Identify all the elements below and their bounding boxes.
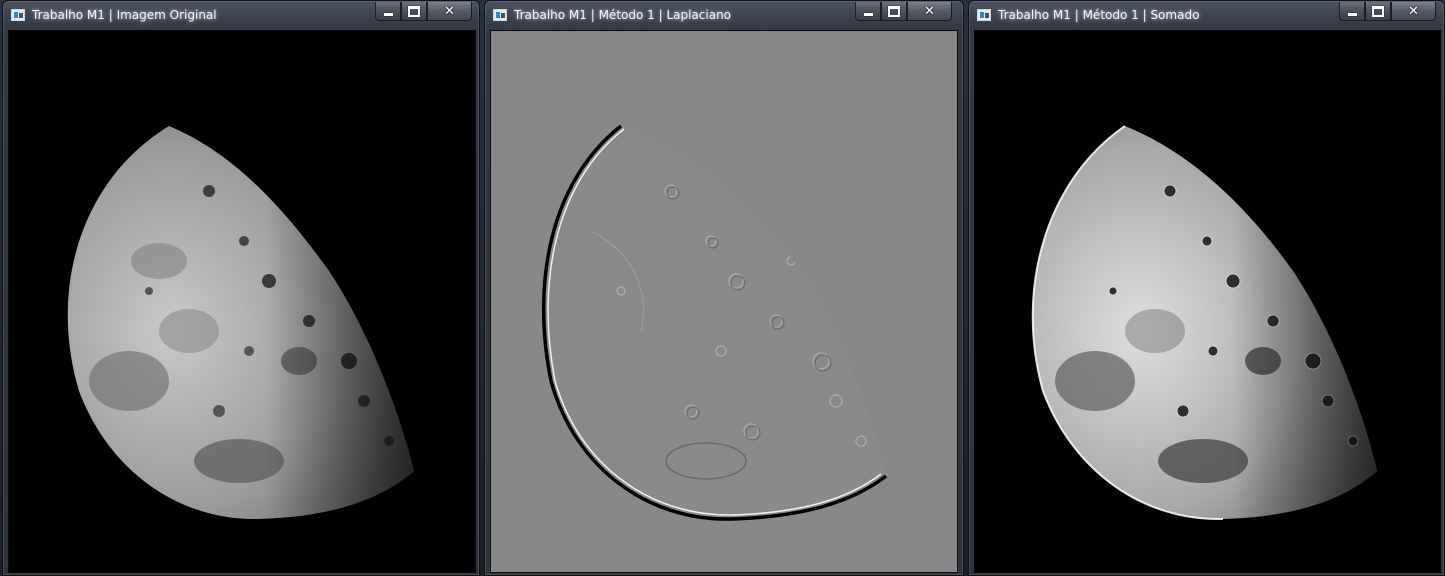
minimize-button[interactable]: [375, 2, 401, 21]
window-title: Trabalho M1 | Método 1 | Laplaciano: [514, 8, 732, 22]
window-controls: ✕: [855, 2, 952, 21]
maximize-icon: [408, 5, 420, 17]
image-view-summed: [974, 30, 1441, 573]
minimize-button[interactable]: [855, 2, 881, 21]
maximize-icon: [1372, 5, 1384, 17]
image-view-original: [8, 30, 476, 573]
app-icon[interactable]: [11, 9, 25, 21]
image-view-laplacian: [490, 30, 958, 573]
window-controls: ✕: [1339, 2, 1436, 21]
window-laplacian[interactable]: Trabalho M1 | Método 1 | Laplaciano ✕: [484, 0, 964, 576]
window-summed[interactable]: Trabalho M1 | Método 1 | Somado ✕: [968, 0, 1445, 576]
app-icon[interactable]: [493, 9, 507, 21]
window-title: Trabalho M1 | Método 1 | Somado: [998, 8, 1200, 22]
minimize-icon: [1347, 12, 1357, 16]
titlebar[interactable]: Trabalho M1 | Método 1 | Somado ✕: [969, 1, 1444, 29]
titlebar[interactable]: Trabalho M1 | Imagem Original ✕: [3, 1, 479, 29]
maximize-icon: [888, 5, 900, 17]
titlebar[interactable]: Trabalho M1 | Método 1 | Laplaciano ✕: [485, 1, 963, 29]
minimize-icon: [863, 12, 873, 16]
close-button[interactable]: ✕: [427, 2, 472, 21]
moon-image-summed: [975, 31, 1440, 572]
maximize-button[interactable]: [881, 2, 907, 21]
moon-image-laplacian: [491, 31, 957, 572]
close-icon: ✕: [444, 3, 455, 19]
close-button[interactable]: ✕: [1391, 2, 1436, 21]
close-icon: ✕: [1408, 3, 1419, 19]
window-title: Trabalho M1 | Imagem Original: [32, 8, 217, 22]
window-controls: ✕: [375, 2, 472, 21]
close-icon: ✕: [924, 3, 935, 19]
maximize-button[interactable]: [401, 2, 427, 21]
minimize-button[interactable]: [1339, 2, 1365, 21]
app-icon[interactable]: [977, 9, 991, 21]
minimize-icon: [383, 12, 393, 16]
window-original[interactable]: Trabalho M1 | Imagem Original ✕: [2, 0, 480, 576]
close-button[interactable]: ✕: [907, 2, 952, 21]
desktop: Trabalho M1 | Imagem Original ✕ Trabalho…: [0, 0, 1445, 576]
moon-image-original: [9, 31, 475, 572]
maximize-button[interactable]: [1365, 2, 1391, 21]
